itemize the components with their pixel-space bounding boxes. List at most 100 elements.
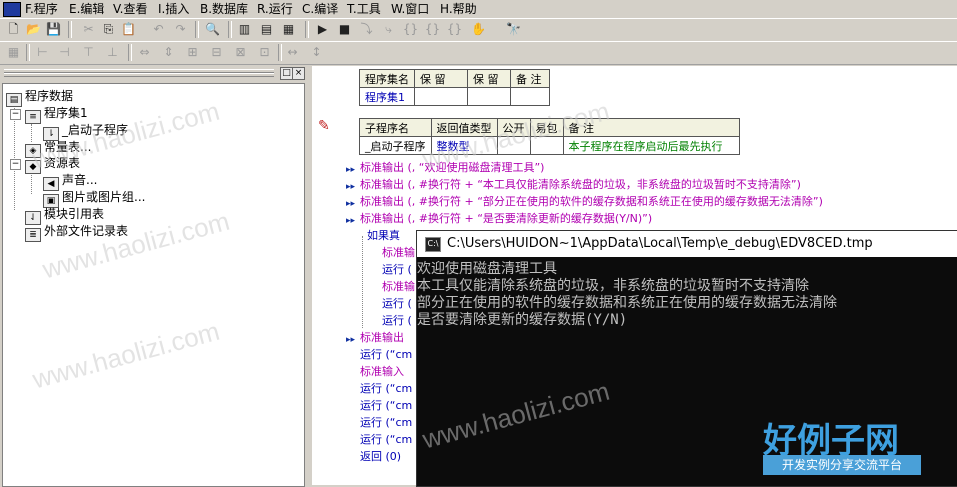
undo-icon[interactable]: ↶ (150, 21, 167, 38)
tree-item-images[interactable]: ▣ 图片或图片组... (43, 189, 145, 208)
paste-icon[interactable]: 📋 (120, 21, 137, 38)
close-icon[interactable]: × (292, 67, 305, 80)
space-horizontal-icon[interactable]: ⊟ (208, 44, 225, 61)
center-vertical-icon[interactable]: ↕ (308, 44, 325, 61)
menu-database[interactable]: B.数据库 (200, 1, 248, 17)
code-line[interactable]: 运行 (“cm (360, 414, 412, 431)
tree-item-module-ref[interactable]: ⇃ 模块引用表 (25, 206, 104, 225)
space-vertical-icon[interactable]: ⊠ (232, 44, 249, 61)
code-line[interactable]: 标准输 (382, 244, 415, 261)
code-line[interactable]: 标准输出 (, #换行符 + “是否要清除更新的缓存数据(Y/N)”) (360, 210, 652, 227)
menu-insert[interactable]: I.插入 (158, 1, 189, 17)
new-file-icon[interactable]: 🗋 (5, 21, 22, 38)
redo-icon[interactable]: ↷ (172, 21, 189, 38)
hand-icon[interactable]: ✋ (470, 21, 487, 38)
same-size-icon[interactable]: ⊞ (184, 44, 201, 61)
toolbar-separator (26, 44, 30, 61)
code-line[interactable]: 标准输出 (360, 329, 404, 346)
code-line[interactable]: 运行 (“cm (360, 346, 412, 363)
code-line[interactable]: 标准输出 (, #换行符 + “部分正在使用的软件的缓存数据和系统正在使用的缓存… (360, 193, 823, 210)
layout-top-icon[interactable]: ▤ (258, 21, 275, 38)
step-into-icon[interactable]: ⤵ (358, 21, 375, 38)
code-line[interactable]: 标准输出 (, #换行符 + “本工具仅能清除系统盘的垃圾，非系统盘的垃圾暂时不… (360, 176, 801, 193)
table-cell[interactable] (510, 87, 550, 106)
save-icon[interactable]: 💾 (45, 21, 62, 38)
code-line[interactable]: 运行 ( (382, 261, 412, 278)
same-width-icon[interactable]: ⇔ (136, 44, 153, 61)
menu-run[interactable]: R.运行 (257, 1, 293, 17)
file-list-icon: ≣ (25, 228, 41, 242)
open-folder-icon[interactable]: 📂 (25, 21, 42, 38)
panel-grip[interactable] (4, 73, 274, 77)
toolbar-separator (68, 21, 72, 38)
menu-help[interactable]: H.帮助 (440, 1, 477, 17)
app-icon[interactable] (3, 2, 21, 17)
align-center-icon[interactable]: ⊣ (56, 44, 73, 61)
toolbar-separator (305, 21, 309, 38)
step-over-icon[interactable]: ⤷ (380, 21, 397, 38)
tree-line (31, 172, 32, 194)
menu-program[interactable]: F.程序 (25, 1, 58, 17)
code-line[interactable]: 标准输 (382, 278, 415, 295)
align-grid-icon[interactable]: ▦ (5, 44, 22, 61)
console-line: 本工具仅能清除系统盘的垃圾，非系统盘的垃圾暂时不支持清除 (417, 278, 809, 294)
align-toolbar: ▦ ⊢ ⊣ ⊤ ⊥ ⇔ ⇕ ⊞ ⊟ ⊠ ⊡ ↔ ↕ (0, 41, 957, 65)
console-line: 欢迎使用磁盘清理工具 (417, 261, 557, 277)
run-icon[interactable]: ▶ (314, 21, 331, 38)
tree-item-program-set[interactable]: ≡ 程序集1 (25, 105, 88, 124)
site-logo-subtitle: 开发实例分享交流平台 (763, 455, 921, 475)
cut-icon[interactable]: ✂ (80, 21, 97, 38)
collapse-icon[interactable]: − (10, 159, 21, 170)
code-line[interactable]: 返回 (0) (360, 448, 401, 465)
menu-view[interactable]: V.查看 (113, 1, 147, 17)
table-cell[interactable] (414, 87, 468, 106)
center-horizontal-icon[interactable]: ↔ (284, 44, 301, 61)
align-left-icon[interactable]: ⊢ (34, 44, 51, 61)
flow-arrow-icon: ▸▸ (346, 182, 356, 192)
code-line[interactable]: 运行 (“cm (360, 380, 412, 397)
toolbar-separator (278, 44, 282, 61)
align-right-icon[interactable]: ⊤ (80, 44, 97, 61)
console-icon: C:\ (425, 237, 441, 252)
align-top-icon[interactable]: ⊥ (104, 44, 121, 61)
table-cell[interactable] (467, 87, 511, 106)
table-header: 保 留 (467, 69, 511, 88)
layout-split-icon[interactable]: ▦ (280, 21, 297, 38)
copy-icon[interactable]: ⎘ (100, 21, 117, 38)
program-set-table: 程序集名 保 留 保 留 备 注 程序集1 (359, 69, 550, 106)
pencil-icon: ✎ (318, 118, 330, 134)
flow-arrow-icon: ▸▸ (346, 165, 356, 175)
flow-arrow-icon: ▸▸ (346, 199, 356, 209)
step-out-icon[interactable]: {} (402, 21, 419, 38)
panel-splitter[interactable] (305, 66, 312, 485)
table-header: 子程序名 (359, 118, 432, 137)
code-line[interactable]: 运行 (“cm (360, 397, 412, 414)
table-cell[interactable]: 程序集1 (359, 87, 415, 106)
breakpoint-icon[interactable]: {} (446, 21, 463, 38)
center-icon[interactable]: ⊡ (256, 44, 273, 61)
stop-icon[interactable]: ■ (336, 21, 353, 38)
collapse-icon[interactable]: − (10, 109, 21, 120)
menu-window[interactable]: W.窗口 (391, 1, 429, 17)
find-icon[interactable]: 🔍 (204, 21, 221, 38)
binoculars-icon[interactable]: 🔭 (505, 21, 522, 38)
tree-item-sound[interactable]: ◀ 声音... (43, 172, 97, 191)
table-header: 程序集名 (359, 69, 415, 88)
code-line[interactable]: 运行 ( (382, 295, 412, 312)
layout-left-icon[interactable]: ▥ (236, 21, 253, 38)
same-height-icon[interactable]: ⇕ (160, 44, 177, 61)
console-titlebar[interactable]: C:\ C:\Users\HUIDON~1\AppData\Local\Temp… (417, 231, 957, 257)
toolbar-separator (228, 21, 232, 38)
flow-arrow-icon: ▸▸ (346, 216, 356, 226)
code-line[interactable]: 如果真 (367, 227, 400, 244)
table-cell[interactable]: 本子程序在程序启动后最先执行 (562, 136, 740, 155)
code-line[interactable]: 运行 ( (382, 312, 412, 329)
toolbar-separator (195, 21, 199, 38)
menu-edit[interactable]: E.编辑 (69, 1, 104, 17)
tree-root[interactable]: ▤ 程序数据 (6, 88, 73, 107)
menu-tools[interactable]: T.工具 (347, 1, 381, 17)
code-line[interactable]: 标准输入 (360, 363, 404, 380)
run-to-cursor-icon[interactable]: {} (424, 21, 441, 38)
menu-compile[interactable]: C.编译 (302, 1, 338, 17)
code-line[interactable]: 运行 (“cm (360, 431, 412, 448)
